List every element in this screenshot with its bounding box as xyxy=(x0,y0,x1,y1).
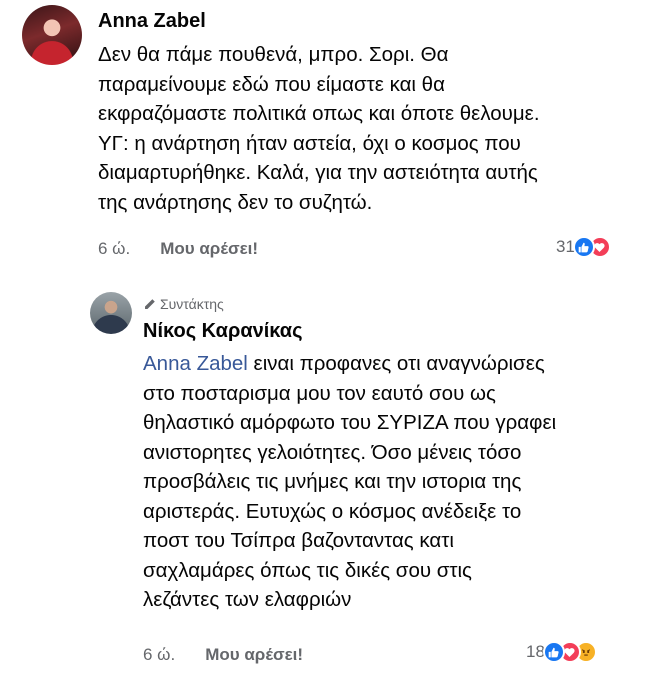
comment-body: Anna Zabel ειναι προφανες οτι αναγνώρισε… xyxy=(143,349,643,615)
badge-label: Συντάκτης xyxy=(160,296,224,312)
comment-line: Anna Zabel ειναι προφανες οτι αναγνώρισε… xyxy=(143,349,643,379)
comment-line: σαχλαμάρες όπως τις δικές σου στις xyxy=(143,558,472,582)
comment-line: εκφραζόμαστε πολιτικά οπως και όποτε θελ… xyxy=(98,102,540,125)
comment-author[interactable]: Νίκος Καρανίκας xyxy=(143,320,302,343)
comment-line: της ανάρτησης δεν το συζητώ. xyxy=(98,190,373,214)
pencil-icon xyxy=(145,298,155,309)
timestamp[interactable]: 6 ώ. xyxy=(98,239,130,258)
reactions-summary[interactable]: 31 xyxy=(556,236,611,258)
mention-link[interactable]: Anna Zabel xyxy=(143,352,248,375)
comment-line: διαμαρτυρήθηκε. Καλά, για την αστειότητα… xyxy=(98,161,538,184)
comment-line: θηλαστικό αμόρφωτο του ΣΥΡΙΖΑ που γραφει xyxy=(143,411,557,434)
comment-line: στο ποσταρισμα μου τον εαυτό σου ως xyxy=(143,381,496,405)
comment-line: παραμείνουμε εδώ που είμαστε και θα xyxy=(98,72,445,96)
comment-text: ειναι προφανες οτι αναγνώρισες xyxy=(247,352,545,375)
like-icon xyxy=(542,641,565,663)
comment-line: ποστ του Τσίπρα βαζονταντας κατι xyxy=(143,529,454,552)
avatar[interactable] xyxy=(22,5,82,65)
comment-body: Δεν θα πάμε πουθενά, μπρο. Σορι. Θα παρα… xyxy=(98,40,643,217)
like-button[interactable]: Μου αρέσει! xyxy=(205,645,303,664)
comment-line: Δεν θα πάμε πουθενά, μπρο. Σορι. Θα xyxy=(98,43,449,66)
comment-line: αριστεράς. Ευτυχώς ο κόσμος ανέδειξε το xyxy=(143,499,522,523)
reactions-summary[interactable]: 18 xyxy=(526,641,597,663)
comment-author[interactable]: Anna Zabel xyxy=(98,10,206,33)
comment: Anna Zabel Δεν θα πάμε πουθενά, μπρο. Σο… xyxy=(0,0,650,270)
reply-comment: Συντάκτης Νίκος Καρανίκας Anna Zabel ειν… xyxy=(0,280,650,684)
comment-meta: 6 ώ. Μου αρέσει! xyxy=(98,239,258,259)
timestamp[interactable]: 6 ώ. xyxy=(143,645,175,664)
comment-meta: 6 ώ. Μου αρέσει! xyxy=(143,645,303,665)
like-button[interactable]: Μου αρέσει! xyxy=(160,239,258,258)
like-icon xyxy=(572,236,595,258)
avatar[interactable] xyxy=(90,292,132,334)
comment-line: προσβάλεις τις μνήμες και την ιστορια τη… xyxy=(143,470,522,493)
author-badge: Συντάκτης xyxy=(143,296,224,312)
comment-line: ανιστορητες γελοιότητες. Όσο μένεις τόσο xyxy=(143,440,522,464)
comment-line: ΥΓ: η ανάρτηση ήταν αστεία, όχι ο κοσμος… xyxy=(98,131,521,155)
comment-line: λεζάντες των ελαφριών xyxy=(143,588,352,611)
